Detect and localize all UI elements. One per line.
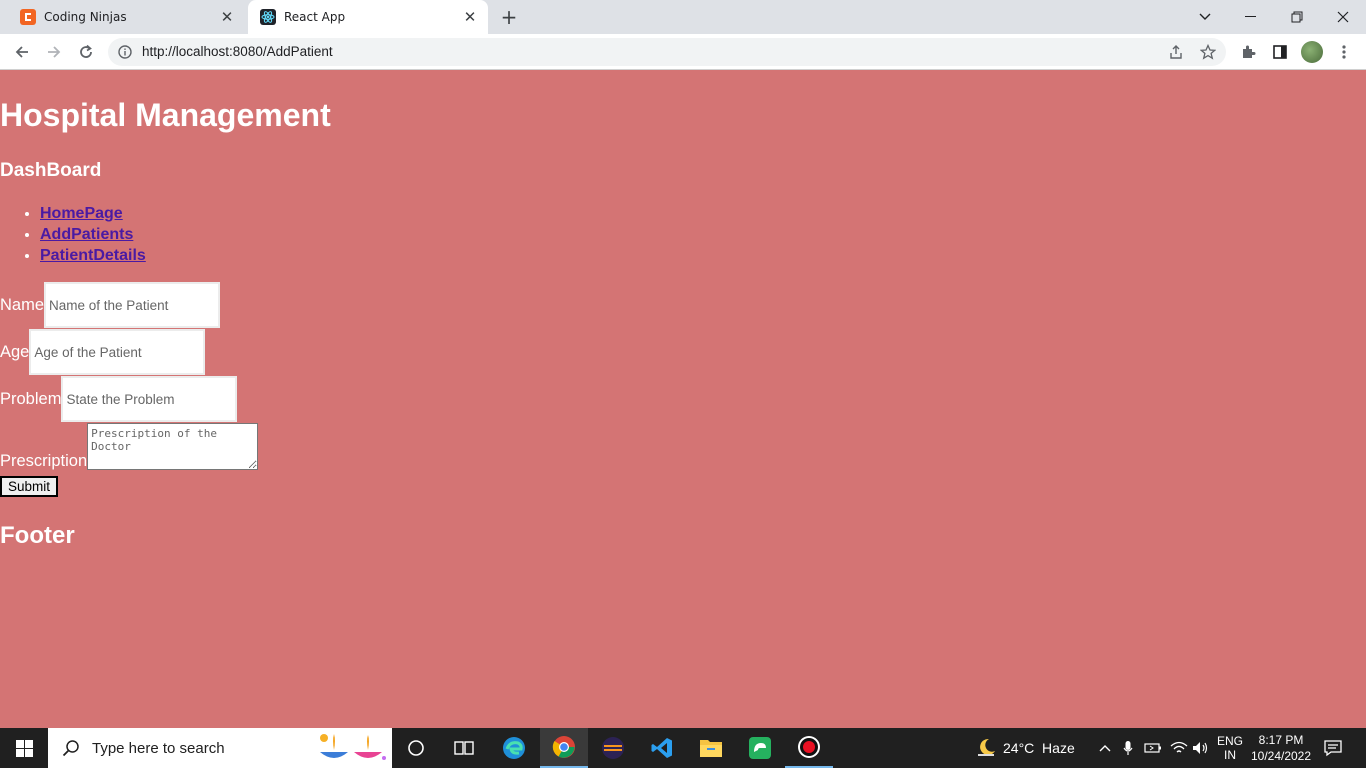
screen-recorder-icon[interactable]	[785, 728, 833, 768]
problem-input[interactable]	[61, 376, 238, 422]
addpatients-link[interactable]: AddPatients	[40, 226, 133, 243]
patientdetails-link[interactable]: PatientDetails	[40, 247, 146, 264]
minimize-icon[interactable]	[1228, 0, 1274, 34]
battery-icon[interactable]	[1142, 728, 1164, 768]
tab-search-chevron-icon[interactable]	[1182, 0, 1228, 34]
dashboard-heading: DashBoard	[0, 160, 102, 181]
footer-heading: Footer	[0, 522, 75, 549]
problem-label: Problem	[0, 389, 62, 408]
taskbar-search-box[interactable]: Type here to search	[48, 728, 392, 768]
language-line1: ENG	[1216, 734, 1243, 748]
restore-icon[interactable]	[1274, 0, 1320, 34]
volume-icon[interactable]	[1190, 728, 1212, 768]
more-menu-icon[interactable]	[1332, 40, 1356, 64]
back-arrow-icon[interactable]	[10, 40, 34, 64]
prescription-textarea[interactable]	[87, 423, 259, 470]
windows-start-icon[interactable]	[0, 728, 48, 768]
browser-toolbar: http://localhost:8080/AddPatient	[0, 34, 1366, 70]
vscode-icon[interactable]	[638, 728, 686, 768]
homepage-link[interactable]: HomePage	[40, 205, 123, 222]
wifi-icon[interactable]	[1168, 728, 1190, 768]
nav-item-addpatients: AddPatients	[40, 224, 146, 245]
windows-taskbar: Type here to search 24°C Haze ENG IN 8:1…	[0, 728, 1366, 768]
age-row: Age	[0, 329, 206, 375]
extensions-puzzle-icon[interactable]	[1236, 40, 1260, 64]
name-input[interactable]	[44, 282, 221, 328]
react-logo-icon	[260, 9, 276, 25]
page-content: Hospital Management DashBoard HomePage A…	[0, 71, 1366, 728]
search-icon	[62, 739, 80, 757]
browser-tabstrip: Coding Ninjas ✕ React App ✕ +	[0, 0, 1366, 34]
tab-coding-ninjas[interactable]: Coding Ninjas ✕	[8, 0, 245, 34]
bookmark-star-icon[interactable]	[1199, 43, 1217, 64]
age-input[interactable]	[29, 329, 206, 375]
language-line2: IN	[1224, 748, 1236, 762]
weather-text[interactable]: 24°C Haze	[1003, 728, 1081, 768]
dashboard-nav-list: HomePage AddPatients PatientDetails	[0, 203, 146, 266]
language-indicator[interactable]: ENG IN	[1214, 728, 1246, 768]
file-explorer-icon[interactable]	[687, 728, 735, 768]
page-title: Hospital Management	[0, 97, 331, 133]
notification-center-icon[interactable]	[1318, 728, 1348, 768]
close-window-icon[interactable]	[1320, 0, 1366, 34]
tab-title: React App	[284, 10, 346, 24]
microphone-icon[interactable]	[1118, 728, 1138, 768]
search-placeholder: Type here to search	[92, 739, 225, 757]
submit-button[interactable]: Submit	[0, 476, 59, 497]
name-row: Name	[0, 282, 221, 328]
chrome-browser-icon[interactable]	[540, 728, 588, 768]
new-tab-icon[interactable]: +	[498, 5, 520, 29]
share-icon[interactable]	[1168, 44, 1184, 64]
forward-arrow-icon[interactable]	[42, 40, 66, 64]
show-hidden-icons-icon[interactable]	[1095, 728, 1115, 768]
clock-date: 10/24/2022	[1250, 749, 1312, 763]
eclipse-ide-icon[interactable]	[589, 728, 637, 768]
address-bar[interactable]: http://localhost:8080/AddPatient	[108, 38, 1226, 66]
tab-react-app[interactable]: React App ✕	[248, 0, 488, 34]
profile-avatar[interactable]	[1301, 41, 1323, 63]
name-label: Name	[0, 295, 45, 314]
reload-icon[interactable]	[74, 40, 98, 64]
nav-item-homepage: HomePage	[40, 203, 146, 224]
cortana-circle-icon[interactable]	[392, 728, 440, 768]
tab-title: Coding Ninjas	[44, 10, 127, 24]
nav-item-patientdetails: PatientDetails	[40, 245, 146, 266]
prescription-label: Prescription	[0, 452, 88, 470]
close-tab-icon[interactable]: ✕	[219, 8, 235, 26]
clock-time: 8:17 PM	[1258, 733, 1304, 747]
coding-ninjas-logo-icon	[20, 9, 36, 25]
site-info-icon[interactable]	[118, 44, 132, 63]
prescription-row: Prescription	[0, 423, 259, 470]
weather-moon-icon[interactable]	[972, 728, 1000, 768]
diwali-diya-icon	[314, 730, 390, 766]
close-tab-icon[interactable]: ✕	[462, 8, 478, 26]
age-label: Age	[0, 342, 30, 361]
edge-browser-icon[interactable]	[490, 728, 538, 768]
problem-row: Problem	[0, 376, 238, 422]
clock[interactable]: 8:17 PM 10/24/2022	[1248, 728, 1314, 768]
side-panel-icon[interactable]	[1268, 40, 1292, 64]
task-view-icon[interactable]	[440, 728, 488, 768]
chat-app-icon[interactable]	[736, 728, 784, 768]
url-text: http://localhost:8080/AddPatient	[142, 44, 333, 59]
